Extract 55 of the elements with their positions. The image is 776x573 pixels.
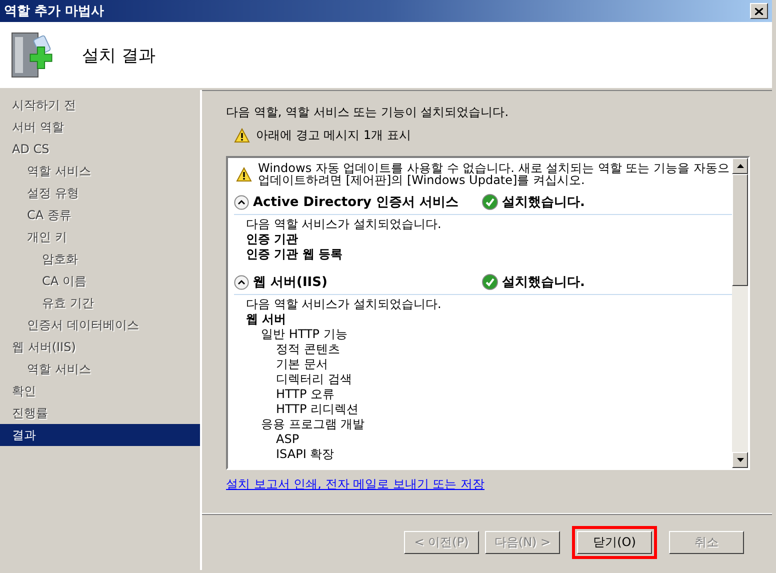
install-status: 설치했습니다.	[502, 274, 585, 291]
scroll-thumb[interactable]	[732, 174, 748, 286]
wizard-step[interactable]: 유효 기간	[0, 292, 200, 314]
section-intro: 다음 역할 서비스가 설치되었습니다.	[246, 217, 442, 232]
window-title: 역할 추가 마법사	[4, 3, 104, 20]
scroll-down-button[interactable]	[732, 452, 748, 468]
checkmark-icon	[482, 194, 498, 210]
role-service: 웹 서버	[246, 312, 288, 327]
wizard-step[interactable]: CA 이름	[0, 270, 200, 292]
summary-text: 다음 역할, 역할 서비스 또는 기능이 설치되었습니다.	[226, 104, 510, 121]
warning-icon	[234, 128, 250, 143]
warning-summary: 아래에 경고 메시지 1개 표시	[256, 127, 411, 144]
wizard-step[interactable]: CA 종류	[0, 204, 200, 226]
wizard-step[interactable]: 웹 서버(IIS)	[0, 336, 200, 358]
wizard-step[interactable]: 설정 유형	[0, 182, 200, 204]
role-service: 일반 HTTP 기능	[260, 327, 348, 342]
wizard-step[interactable]: AD CS	[0, 138, 200, 160]
wizard-step[interactable]: 진행률	[0, 402, 200, 424]
role-service: HTTP 오류	[275, 387, 336, 402]
section-intro: 다음 역할 서비스가 설치되었습니다.	[246, 297, 442, 312]
scrollbar[interactable]	[732, 158, 748, 468]
role-service: 인증 기관 웹 등록	[246, 247, 344, 262]
section-title: 웹 서버(IIS)	[253, 274, 328, 291]
collapse-icon[interactable]	[234, 274, 249, 290]
role-service: 기본 문서	[275, 357, 329, 372]
wizard-step[interactable]: 암호화	[0, 248, 200, 270]
wizard-step[interactable]: 역할 서비스	[0, 160, 200, 182]
wizard-step[interactable]: 개인 키	[0, 226, 200, 248]
role-service: HTTP 리디렉션	[275, 402, 360, 417]
role-service: ISAPI 확장	[275, 447, 336, 462]
down-arrow-icon	[736, 458, 744, 462]
report-link[interactable]: 설치 보고서 인쇄, 전자 메일로 보내기 또는 저장	[226, 477, 485, 491]
install-status: 설치했습니다.	[502, 194, 585, 211]
up-arrow-icon	[736, 164, 744, 168]
wizard-step[interactable]: 서버 역할	[0, 116, 200, 138]
warning-message: Windows 자동 업데이트를 사용할 수 없습니다. 새로 설치되는 역할 또는 기능을 자동으 업데이트하려면 [제어판]의 [Windows Update]를 켜십시오.	[258, 162, 730, 186]
role-service: 인증 기관	[246, 232, 300, 247]
page-title: 설치 결과	[82, 44, 156, 66]
role-service: 정적 콘텐츠	[275, 342, 341, 357]
wizard-step[interactable]: 시작하기 전	[0, 94, 200, 116]
checkmark-icon	[482, 274, 498, 290]
role-service: ASP	[275, 432, 300, 447]
collapse-icon[interactable]	[234, 194, 249, 210]
wizard-step[interactable]: 확인	[0, 380, 200, 402]
warning-icon	[236, 166, 252, 182]
section-title: Active Directory 인증서 서비스	[253, 194, 459, 211]
wizard-step[interactable]: 인증서 데이터베이스	[0, 314, 200, 336]
close-icon	[755, 8, 763, 14]
role-service: 응용 프로그램 개발	[260, 417, 366, 432]
close-button[interactable]	[750, 3, 768, 19]
role-service: 디렉터리 검색	[275, 372, 353, 387]
scroll-up-button[interactable]	[732, 158, 748, 174]
wizard-button[interactable]: 닫기(O)	[577, 531, 652, 554]
wizard-step[interactable]: 결과	[0, 424, 200, 446]
wizard-step[interactable]: 역할 서비스	[0, 358, 200, 380]
